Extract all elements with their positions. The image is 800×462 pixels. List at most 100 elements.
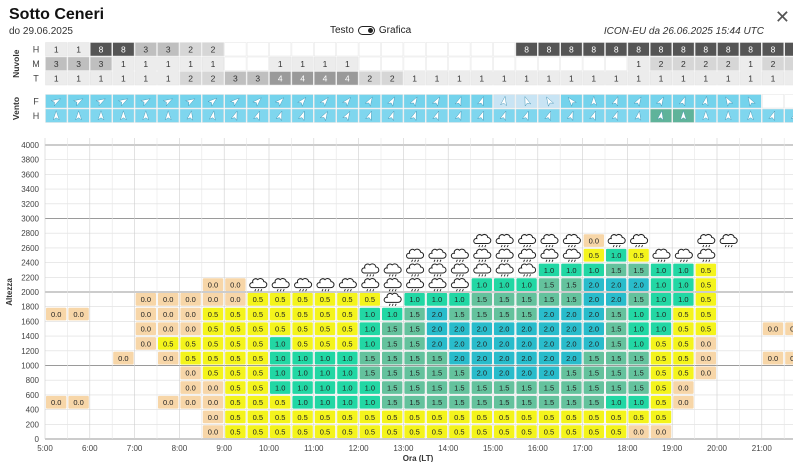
cloud-icon bbox=[406, 248, 425, 262]
rain-drop bbox=[529, 274, 532, 277]
rain-drop bbox=[506, 259, 509, 262]
x-tick-label: 12:00 bbox=[349, 444, 370, 453]
rain-drop bbox=[439, 288, 442, 292]
cloud-icon bbox=[518, 233, 537, 248]
heatmap-cell-value: 1.5 bbox=[633, 266, 643, 275]
cloud-cell-value: 3 bbox=[54, 59, 59, 69]
cloud-cell-value: 1 bbox=[547, 73, 552, 83]
heatmap-cell-value: 2.0 bbox=[589, 280, 599, 289]
rain-drop bbox=[702, 244, 705, 248]
heatmap-cell-value: 2.0 bbox=[566, 310, 576, 319]
heatmap-cell-value: 0.5 bbox=[230, 398, 240, 407]
heatmap-cell-value: 2.0 bbox=[544, 339, 554, 348]
heatmap-cell-value: 2.0 bbox=[454, 339, 464, 348]
heatmap-cell-value: 1.5 bbox=[454, 310, 464, 319]
rain-drop bbox=[260, 288, 263, 292]
cloud-cell-value: 1 bbox=[211, 59, 216, 69]
heatmap-cell-value: 0.0 bbox=[208, 295, 218, 304]
cloud-icon-shape bbox=[450, 248, 469, 259]
heatmap-cell-value: 0.0 bbox=[185, 325, 195, 334]
heatmap-cell-value: 0.5 bbox=[611, 413, 621, 422]
heatmap-cell-value: 1.0 bbox=[611, 398, 621, 407]
heatmap-cell-value: 1.5 bbox=[589, 383, 599, 392]
cloud-cell bbox=[493, 42, 516, 57]
y-axis-label: Altezza bbox=[5, 278, 14, 306]
cloud-icon bbox=[495, 263, 514, 277]
heatmap-cell-value: 0.5 bbox=[230, 325, 240, 334]
rain-drop bbox=[481, 259, 484, 262]
cloud-icon bbox=[406, 263, 425, 277]
heatmap-cell-value: 2.0 bbox=[589, 339, 599, 348]
rain-drop bbox=[394, 303, 397, 307]
heatmap-cell-value: 0.5 bbox=[387, 427, 397, 436]
y-tick-label: 200 bbox=[26, 420, 40, 429]
cloud-icon-shape bbox=[428, 278, 447, 289]
cloud-icon bbox=[630, 233, 649, 248]
rain-drop bbox=[727, 244, 730, 248]
cloud-icon bbox=[361, 278, 380, 292]
rain-drop bbox=[327, 288, 330, 292]
heatmap-cell-value: 0.0 bbox=[141, 325, 151, 334]
heatmap-cell-value: 0.0 bbox=[141, 310, 151, 319]
heatmap-cell-value: 0.5 bbox=[477, 427, 487, 436]
rain-drop bbox=[545, 259, 548, 262]
x-tick-label: 8:00 bbox=[172, 444, 188, 453]
heatmap-cell-value: 1.5 bbox=[454, 383, 464, 392]
heatmap-cell-value: 0.5 bbox=[342, 339, 352, 348]
y-tick-label: 2600 bbox=[21, 244, 39, 253]
heatmap-cell-value: 0.0 bbox=[656, 427, 666, 436]
heatmap-cell-value: 2.0 bbox=[499, 354, 509, 363]
cloud-cell-value: 8 bbox=[99, 44, 104, 54]
heatmap-cell-value: 0.5 bbox=[208, 339, 218, 348]
x-tick-label: 21:00 bbox=[752, 444, 773, 453]
cloud-icon-shape bbox=[697, 233, 716, 245]
cloud-cell-value: 4 bbox=[345, 73, 350, 83]
heatmap-cell-value: 0.5 bbox=[230, 383, 240, 392]
heatmap-cell-value: 1.5 bbox=[387, 369, 397, 378]
cloud-cell-value: 1 bbox=[703, 73, 708, 83]
cloud-cell bbox=[358, 42, 381, 57]
rain-drop bbox=[702, 259, 705, 262]
heatmap-cell-value: 2.0 bbox=[454, 354, 464, 363]
heatmap-cell-value: 1.0 bbox=[432, 295, 442, 304]
heatmap-cell-value: 0.5 bbox=[208, 369, 218, 378]
cloud-cell-value: 1 bbox=[502, 73, 507, 83]
heatmap-cell-value: 0.5 bbox=[275, 325, 285, 334]
rain-drop bbox=[567, 259, 570, 262]
cloud-cell-value: 1 bbox=[636, 59, 641, 69]
heatmap-cell-value: 0.5 bbox=[163, 339, 173, 348]
heatmap-cell-value: 0.5 bbox=[297, 325, 307, 334]
cloud-cell bbox=[605, 56, 628, 71]
heatmap-cell-value: 1.0 bbox=[365, 339, 375, 348]
heatmap-cell-value: 0.0 bbox=[163, 310, 173, 319]
cloud-cell-value: 8 bbox=[726, 44, 731, 54]
rain-drop bbox=[458, 288, 461, 292]
y-tick-label: 2200 bbox=[21, 273, 39, 282]
rain-drop bbox=[526, 274, 529, 277]
rain-drop bbox=[388, 274, 391, 277]
heatmap-cell-value: 1.0 bbox=[365, 383, 375, 392]
rain-drop bbox=[657, 259, 660, 262]
cloud-cell bbox=[224, 56, 247, 71]
wind-row-label: F bbox=[33, 97, 39, 107]
wind-cell bbox=[784, 94, 793, 109]
cloud-icon bbox=[450, 248, 469, 262]
cloud-icon-shape bbox=[562, 248, 581, 259]
heatmap-cell-value: 0.5 bbox=[342, 427, 352, 436]
x-tick-label: 15:00 bbox=[483, 444, 504, 453]
heatmap-cell-value: 0.5 bbox=[365, 413, 375, 422]
heatmap-cell-value: 0.5 bbox=[185, 354, 195, 363]
heatmap-cell-value: 1.5 bbox=[409, 383, 419, 392]
wind-cell bbox=[784, 108, 793, 123]
cloud-cell bbox=[246, 56, 269, 71]
rain-drop bbox=[506, 244, 509, 248]
heatmap-cell-value: 0.5 bbox=[342, 310, 352, 319]
forecast-chart: 1188332288888888888888833311111111112222… bbox=[5, 42, 793, 462]
heatmap-cell-value: 0.5 bbox=[477, 413, 487, 422]
rain-drop bbox=[612, 244, 615, 248]
heatmap-cell-value: 0.0 bbox=[768, 325, 778, 334]
heatmap-cell-value: 2.0 bbox=[454, 325, 464, 334]
cloud-cell-value: 1 bbox=[166, 73, 171, 83]
rain-drop bbox=[324, 288, 327, 292]
cloud-icon bbox=[450, 278, 469, 292]
